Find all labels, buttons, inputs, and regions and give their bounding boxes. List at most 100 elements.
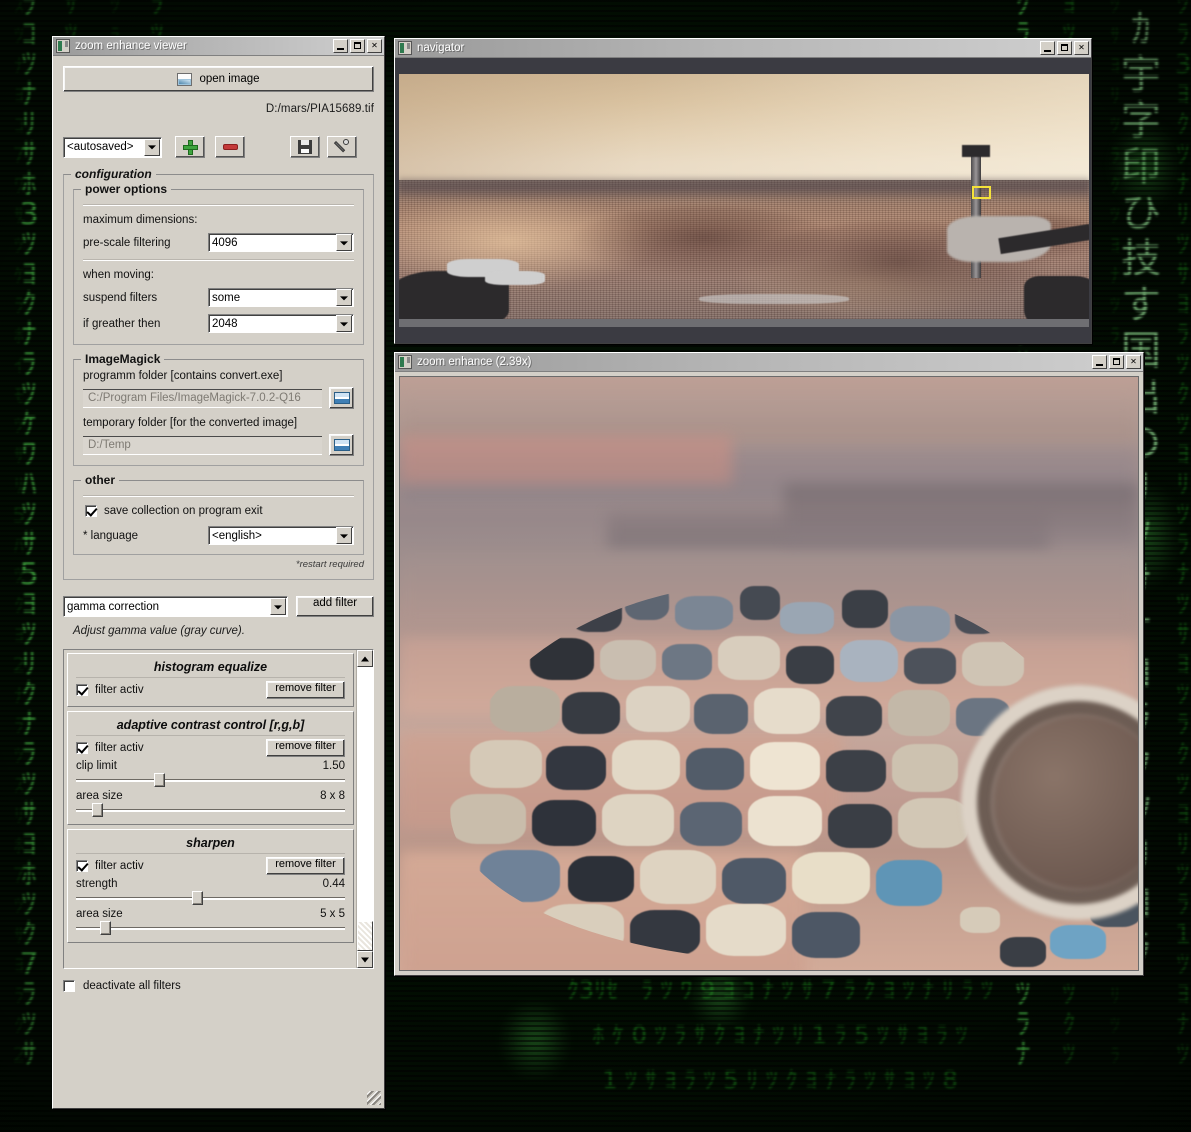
resize-grip[interactable] [367,1091,381,1105]
zoom-enhance-viewer-window[interactable]: zoom enhance viewer ✕ open image D:/mars… [52,36,385,1109]
chevron-down-icon[interactable] [336,234,352,251]
slider-thumb[interactable] [92,803,104,817]
close-button[interactable]: ✕ [1126,355,1141,369]
scroll-up-button[interactable] [357,650,373,667]
maximize-button[interactable] [1109,355,1124,369]
filter-name: histogram equalize [76,660,345,678]
browse-program-folder-button[interactable] [329,387,354,409]
browse-temp-folder-button[interactable] [329,434,354,456]
scroll-thumb[interactable] [357,921,373,951]
strength-slider[interactable] [76,891,345,905]
settings-tool-button[interactable] [327,136,357,158]
navigator-title: navigator [417,42,465,54]
remove-filter-button[interactable]: remove filter [266,739,345,757]
add-filter-button[interactable]: add filter [296,596,374,617]
prescale-value: 4096 [212,236,238,249]
prescale-select[interactable]: 4096 [208,233,354,252]
when-moving-label: when moving: [83,269,154,281]
close-button[interactable]: ✕ [367,39,382,53]
filter-name: sharpen [76,836,345,854]
app-icon [398,355,412,369]
filter-type-value: gamma correction [67,600,160,613]
slider-label: area size [76,908,123,920]
configuration-legend: configuration [71,167,156,181]
navigator-panorama[interactable] [399,74,1089,327]
folder-icon [333,392,350,404]
area-size-slider[interactable] [76,803,345,817]
temp-folder-input[interactable]: D:/Temp [83,435,322,455]
save-collection-button[interactable] [290,136,320,158]
navigator-window-controls[interactable]: ✕ [1040,41,1089,55]
slider-thumb[interactable] [191,891,203,905]
minimize-button[interactable] [1040,41,1055,55]
maximum-dimensions-label: maximum dimensions: [83,214,198,226]
add-filter-row: gamma correction add filter [63,596,374,617]
chevron-down-icon[interactable] [336,527,352,544]
close-button[interactable]: ✕ [1074,41,1089,55]
zoom-window-controls[interactable]: ✕ [1092,355,1141,369]
slider-label: strength [76,878,118,890]
open-image-button[interactable]: open image [63,66,374,92]
filter-active-checkbox[interactable] [76,684,88,696]
zoom-image-canvas[interactable] [399,376,1139,971]
filter-list[interactable]: histogram equalize filter activ remove f… [64,650,356,968]
chevron-down-icon[interactable] [336,315,352,332]
chevron-down-icon[interactable] [336,289,352,306]
power-options-legend: power options [81,182,171,196]
filter-active-label: filter activ [95,684,144,696]
filter-active-checkbox[interactable] [76,860,88,872]
program-folder-input[interactable]: C:/Program Files/ImageMagick-7.0.2-Q16 [83,388,322,408]
chevron-down-icon[interactable] [144,138,160,156]
scroll-down-button[interactable] [357,951,373,968]
maximize-button[interactable] [350,39,365,53]
prescale-row: pre-scale filtering 4096 [83,233,354,252]
minimize-button[interactable] [333,39,348,53]
chevron-down-icon[interactable] [270,598,286,615]
slider-track [76,927,345,930]
zoom-body [395,372,1143,975]
fg-rock-1 [1000,937,1046,967]
folder-icon [333,439,350,451]
filter-active-checkbox[interactable] [76,742,88,754]
prescale-label: pre-scale filtering [83,236,171,249]
other-group: other save collection on program exit * … [73,473,364,555]
minimize-button[interactable] [1092,355,1107,369]
remove-collection-button[interactable] [215,136,245,158]
scroll-trough[interactable] [357,667,373,951]
remove-filter-button[interactable]: remove filter [266,681,345,699]
viewer-titlebar[interactable]: zoom enhance viewer ✕ [53,37,384,56]
clip-limit-slider[interactable] [76,773,345,787]
filter-list-scrollbar[interactable] [356,650,373,968]
slider-thumb[interactable] [154,773,165,787]
imagemagick-group: ImageMagick programm folder [contains co… [73,352,364,466]
filter-type-select[interactable]: gamma correction [63,596,288,617]
add-collection-button[interactable] [175,136,205,158]
navigator-body [395,58,1091,343]
remove-filter-button[interactable]: remove filter [266,857,345,875]
suspend-filters-select[interactable]: some [208,288,354,307]
slider-thumb[interactable] [100,921,112,935]
save-collection-checkbox[interactable] [85,505,97,517]
language-select[interactable]: <english> [208,526,354,545]
maximize-button[interactable] [1057,41,1072,55]
viewer-window-controls[interactable]: ✕ [333,39,382,53]
deactivate-all-row[interactable]: deactivate all filters [63,980,374,992]
save-collection-checkbox-row[interactable]: save collection on program exit [85,505,354,517]
if-greather-label: if greather then [83,317,161,330]
slider-track [76,779,345,782]
language-row: * language <english> [83,526,354,545]
collection-select[interactable]: <autosaved> [63,136,162,158]
filter-active-row: filter activ remove filter [76,681,345,699]
filter-list-panel: histogram equalize filter activ remove f… [63,649,374,969]
current-file-path: D:/mars/PIA15689.tif [265,103,374,115]
navigator-window[interactable]: navigator ✕ [394,38,1092,344]
zoom-titlebar[interactable]: zoom enhance (2.39x) ✕ [395,353,1143,372]
navigator-selection-rect[interactable] [972,186,991,199]
deactivate-all-checkbox[interactable] [63,980,75,992]
navigator-titlebar[interactable]: navigator ✕ [395,39,1091,58]
filter-hint-text: Adjust gamma value (gray curve). [73,625,245,637]
if-greather-select[interactable]: 2048 [208,314,354,333]
zoom-enhance-window[interactable]: zoom enhance (2.39x) ✕ [394,352,1144,976]
rover-track-marks [699,294,849,305]
area-size-slider[interactable] [76,921,345,935]
